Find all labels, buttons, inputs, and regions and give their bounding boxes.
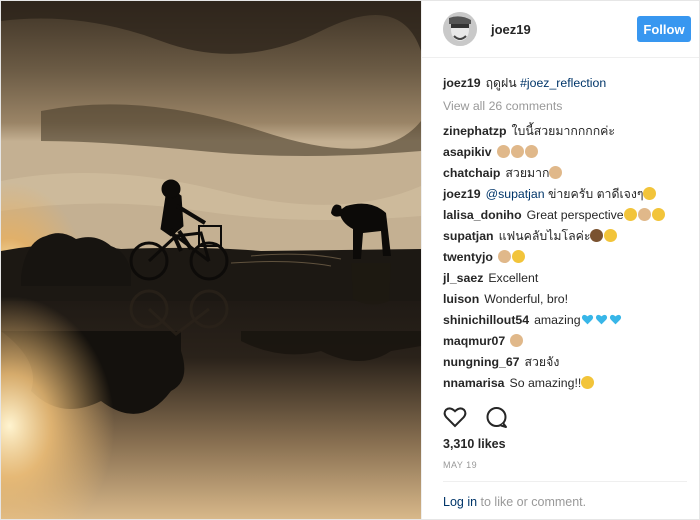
thumbs-up-emoji-icon <box>510 145 524 158</box>
comment-text: ข่ายครับ ตาดีเจงๆ <box>548 187 644 201</box>
comment-item: supatjan แฟนคลับไมโลค่ะ <box>443 226 687 247</box>
comment-item: twentyjo <box>443 247 687 268</box>
comment-item: nnamarisa So amazing!! <box>443 373 687 394</box>
comment-item: joez19 @supatjan ข่ายครับ ตาดีเจงๆ <box>443 184 687 205</box>
heart-eyes-emoji-icon <box>581 376 595 389</box>
view-all-comments-link[interactable]: View all 26 comments <box>443 96 687 117</box>
comment-username[interactable]: lalisa_doniho <box>443 208 522 222</box>
comment-username[interactable]: jl_saez <box>443 271 483 285</box>
comment-item: lalisa_doniho Great perspective <box>443 205 687 226</box>
blue-heart-emoji-icon <box>595 312 608 325</box>
ok-hand-emoji-icon <box>637 208 651 221</box>
action-bar <box>443 406 508 429</box>
login-prompt-text: to like or comment. <box>477 495 587 509</box>
comment-text: Excellent <box>488 271 539 285</box>
comment-text: ใบนี้สวยมากกกกค่ะ <box>511 124 616 138</box>
comment-username[interactable]: maqmur07 <box>443 334 505 348</box>
comment-username[interactable]: zinephatzp <box>443 124 507 138</box>
comment-item: chatchaip สวยมาก <box>443 163 687 184</box>
comment-item: asapikiv <box>443 142 687 163</box>
comments-list: joez19 ฤดูฝน #joez_reflection View all 26… <box>422 58 699 394</box>
raised-hands-emoji-icon <box>643 187 657 200</box>
comment-item: shinichillout54 amazing <box>443 310 687 331</box>
blue-heart-emoji-icon <box>581 312 594 325</box>
comment-text: สวยมาก <box>505 166 550 180</box>
login-prompt: Log in to like or comment. <box>443 495 586 509</box>
smiling-face-emoji-icon <box>623 208 637 221</box>
comment-item: zinephatzp ใบนี้สวยมากกกกค่ะ <box>443 121 687 142</box>
sparkles-emoji-icon <box>651 208 665 221</box>
heart-outline-icon[interactable] <box>443 406 467 428</box>
grinning-face-emoji-icon <box>604 229 618 242</box>
comment-rows: zinephatzp ใบนี้สวยมากกกกค่ะ asapikiv chatc… <box>443 121 687 394</box>
post-date[interactable]: MAY 19 <box>443 460 477 470</box>
author-username[interactable]: joez19 <box>491 22 531 37</box>
comment-username[interactable]: nungning_67 <box>443 355 520 369</box>
woman-face-emoji-icon <box>590 229 604 242</box>
post-header: joez19 Follow <box>422 1 699 58</box>
speech-bubble-icon[interactable] <box>485 406 508 429</box>
comment-item: nungning_67 สวยจัง <box>443 352 687 373</box>
caption: joez19 ฤดูฝน #joez_reflection <box>443 73 687 94</box>
caption-username[interactable]: joez19 <box>443 76 481 90</box>
caption-text: ฤดูฝน <box>485 76 517 90</box>
likes-count[interactable]: 3,310 likes <box>443 437 506 451</box>
comment-text: Wonderful, bro! <box>484 292 569 306</box>
comment-text: สวยจัง <box>524 355 560 369</box>
comment-username[interactable]: asapikiv <box>443 145 492 159</box>
comment-username[interactable]: twentyjo <box>443 250 493 264</box>
post-sidebar: joez19 Follow joez19 ฤดูฝน #joez_reflecti… <box>421 1 699 519</box>
comment-text: amazing <box>534 313 581 327</box>
thumbs-up-emoji-icon <box>549 166 563 179</box>
thumbs-up-emoji-icon <box>497 250 511 263</box>
comment-item: jl_saez Excellent <box>443 268 687 289</box>
comment-item: luison Wonderful, bro! <box>443 289 687 310</box>
comment-item: maqmur07 <box>443 331 687 352</box>
thumbs-up-emoji-icon <box>496 145 510 158</box>
comment-username[interactable]: chatchaip <box>443 166 500 180</box>
post-photo[interactable] <box>1 1 421 519</box>
avatar-face-icon <box>443 12 477 46</box>
reflection-photo <box>1 1 421 519</box>
author-avatar[interactable] <box>443 12 477 46</box>
follow-button[interactable]: Follow <box>637 16 691 42</box>
comment-username[interactable]: supatjan <box>443 229 494 243</box>
comment-text: So amazing!! <box>509 376 582 390</box>
comment-username[interactable]: shinichillout54 <box>443 313 529 327</box>
thumbs-up-emoji-icon <box>524 145 538 158</box>
comment-username[interactable]: joez19 <box>443 187 481 201</box>
comment-username[interactable]: luison <box>443 292 479 306</box>
clapping-hands-emoji-icon <box>511 250 525 263</box>
comment-mention[interactable]: @supatjan <box>486 187 545 201</box>
thumbs-up-emoji-icon <box>510 334 524 347</box>
login-link[interactable]: Log in <box>443 495 477 509</box>
caption-hashtag[interactable]: #joez_reflection <box>520 76 606 90</box>
post-container: joez19 Follow joez19 ฤดูฝน #joez_reflecti… <box>0 0 700 520</box>
comment-text: แฟนคลับไมโลค่ะ <box>498 229 591 243</box>
comment-username[interactable]: nnamarisa <box>443 376 505 390</box>
divider <box>443 481 687 482</box>
blue-heart-emoji-icon <box>609 312 622 325</box>
comment-text: Great perspective <box>526 208 624 222</box>
